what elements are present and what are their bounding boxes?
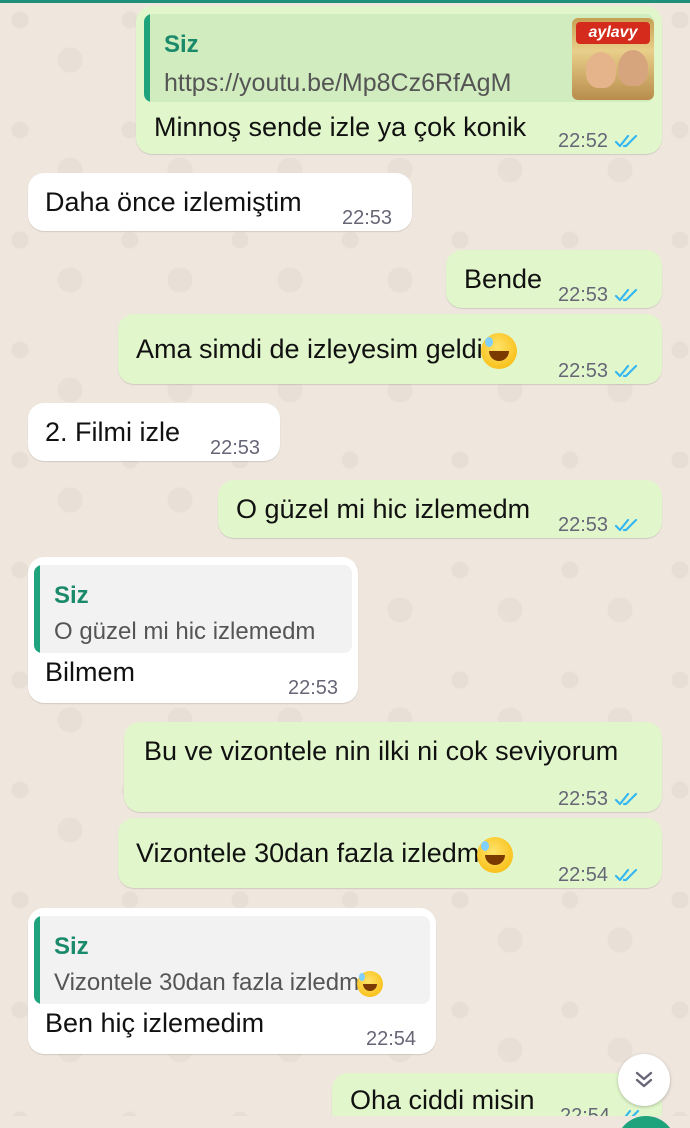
quoted-message[interactable]: Siz https://youtu.be/Mp8Cz6RfAgM aylavy	[144, 14, 654, 102]
quote-text: https://youtu.be/Mp8Cz6RfAgM	[164, 69, 512, 97]
quote-text: Vizontele 30dan fazla izledm	[54, 966, 384, 1000]
message-outgoing[interactable]: Siz https://youtu.be/Mp8Cz6RfAgM aylavy …	[136, 6, 662, 154]
message-meta: 22:54	[558, 858, 642, 892]
thumbnail-person	[586, 52, 616, 88]
grinning-sweat-emoji-icon	[357, 970, 384, 997]
message-time: 22:53	[558, 360, 609, 382]
message-text: Oha ciddi misin	[350, 1085, 535, 1115]
read-ticks-icon	[614, 288, 638, 302]
message-meta: 22:53	[288, 671, 338, 705]
message-time: 22:54	[366, 1028, 417, 1050]
grinning-sweat-emoji-icon	[477, 836, 514, 873]
quote-bar	[34, 916, 40, 1004]
message-text: Bu ve vizontele nin ilki ni cok seviyoru…	[144, 736, 619, 766]
message-text: Minnoş sende izle ya çok konik	[154, 112, 527, 142]
message-text: Ama simdi de izleyesim geldi	[136, 332, 517, 369]
message-text-content: Vizontele 30dan fazla izledm	[136, 838, 480, 868]
message-incoming[interactable]: Siz Vizontele 30dan fazla izledm Ben hiç…	[28, 908, 436, 1054]
quote-text-content: Vizontele 30dan fazla izledm	[54, 969, 360, 996]
thumbnail-person	[618, 50, 648, 86]
message-meta: 22:53	[558, 508, 642, 542]
header-divider	[0, 0, 690, 3]
message-time: 22:53	[288, 677, 339, 699]
message-text: 2. Filmi izle	[45, 417, 181, 447]
grinning-sweat-emoji-icon	[480, 332, 517, 369]
message-meta: 22:53	[342, 201, 392, 235]
quote-text: O güzel mi hic izlemedm	[54, 618, 316, 645]
message-incoming[interactable]: 2. Filmi izle 22:53	[28, 403, 280, 461]
composer-area-edge	[0, 1116, 690, 1128]
read-ticks-icon	[614, 134, 638, 148]
message-time: 22:53	[558, 514, 609, 536]
message-outgoing[interactable]: Bu ve vizontele nin ilki ni cok seviyoru…	[124, 722, 662, 812]
message-meta: 22:53	[210, 431, 260, 465]
message-text: Ben hiç izlemedim	[45, 1008, 265, 1038]
read-ticks-icon	[614, 518, 638, 532]
message-incoming[interactable]: Siz O güzel mi hic izlemedm Bilmem 22:53	[28, 557, 358, 703]
message-text: O güzel mi hic izlemedm	[236, 494, 531, 524]
message-outgoing[interactable]: Ama simdi de izleyesim geldi 22:53	[118, 314, 662, 384]
read-ticks-icon	[614, 868, 638, 882]
message-text: Bilmem	[45, 657, 136, 687]
quote-bar	[144, 14, 150, 102]
message-time: 22:52	[558, 130, 609, 152]
quote-author: Siz	[54, 933, 89, 960]
message-text: Daha önce izlemiştim	[45, 187, 302, 217]
double-chevron-down-icon	[635, 1071, 653, 1088]
message-time: 22:53	[558, 284, 609, 306]
message-meta: 22:53	[558, 354, 642, 388]
message-meta: 22:54	[366, 1022, 416, 1056]
read-ticks-icon	[614, 364, 638, 378]
message-meta: 22:53	[558, 278, 642, 312]
quote-author: Siz	[54, 582, 89, 609]
message-text: Bende	[464, 264, 543, 294]
message-text-content: Ama simdi de izleyesim geldi	[136, 334, 483, 364]
quoted-message[interactable]: Siz O güzel mi hic izlemedm	[34, 565, 352, 653]
message-time: 22:54	[558, 864, 609, 886]
message-time: 22:53	[210, 437, 261, 459]
thumbnail-logo: aylavy	[576, 22, 650, 44]
scroll-to-bottom-button[interactable]	[618, 1054, 670, 1106]
message-time: 22:53	[342, 207, 393, 229]
message-meta: 22:52	[558, 124, 642, 158]
message-meta: 22:53	[558, 782, 642, 816]
video-thumbnail[interactable]: aylavy	[572, 18, 654, 100]
message-incoming[interactable]: Daha önce izlemiştim 22:53	[28, 173, 412, 231]
message-outgoing[interactable]: Bende 22:53	[446, 250, 662, 308]
message-text: Vizontele 30dan fazla izledm	[136, 836, 514, 873]
quote-author: Siz	[164, 31, 199, 58]
quoted-message[interactable]: Siz Vizontele 30dan fazla izledm	[34, 916, 430, 1004]
message-outgoing[interactable]: O güzel mi hic izlemedm 22:53	[218, 480, 662, 538]
read-ticks-icon	[614, 792, 638, 806]
message-time: 22:53	[558, 788, 609, 810]
quote-bar	[34, 565, 40, 653]
message-outgoing[interactable]: Vizontele 30dan fazla izledm 22:54	[118, 818, 662, 888]
